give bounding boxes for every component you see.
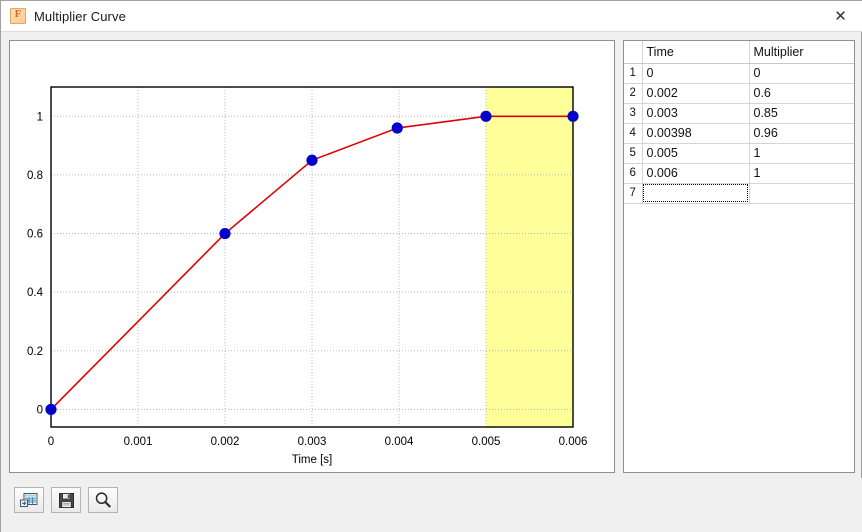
magnifier-icon bbox=[95, 492, 111, 508]
data-point-marker[interactable] bbox=[219, 227, 231, 240]
cell-multiplier[interactable]: 1 bbox=[749, 163, 854, 184]
data-point-marker[interactable] bbox=[45, 403, 57, 416]
chart-panel[interactable]: 0 0.2 0.4 0.6 0.8 1 0 0.001 0.002 0.003 0.004 0.005… bbox=[9, 40, 615, 473]
row-index[interactable]: 7 bbox=[624, 183, 643, 204]
table-row[interactable]: 7 bbox=[624, 183, 854, 204]
cell-time[interactable]: 0.006 bbox=[642, 163, 750, 184]
data-point-marker[interactable] bbox=[391, 122, 403, 134]
cell-multiplier[interactable]: 0.85 bbox=[749, 103, 854, 124]
selection-highlight-region bbox=[486, 87, 573, 427]
floppy-disk-icon bbox=[58, 492, 74, 508]
data-point-marker[interactable] bbox=[480, 110, 492, 122]
y-axis-tick-label: 0.6 bbox=[27, 229, 43, 241]
cell-multiplier[interactable]: 0.6 bbox=[749, 83, 854, 104]
table-row[interactable]: 4 0.00398 0.96 bbox=[624, 123, 854, 144]
data-table-panel[interactable]: Time Multiplier 1 0 0 2 0.002 0.6 3 0.003 0.85 4 0… bbox=[623, 40, 855, 473]
column-header-multiplier[interactable]: Multiplier bbox=[749, 41, 854, 64]
x-axis-tick-label: 0 bbox=[48, 436, 54, 448]
import-table-button[interactable] bbox=[14, 487, 44, 513]
cell-time[interactable]: 0.002 bbox=[642, 83, 750, 104]
y-axis-tick-label: 0.4 bbox=[27, 287, 44, 299]
x-axis-tick-label: 0.001 bbox=[124, 436, 153, 448]
y-axis-tick-label: 0 bbox=[37, 404, 43, 416]
y-axis-tick-label: 0.2 bbox=[27, 346, 43, 358]
cell-time[interactable]: 0.003 bbox=[642, 103, 750, 124]
x-axis-tick-label: 0.006 bbox=[559, 436, 588, 448]
x-axis-tick-label: 0.005 bbox=[472, 436, 501, 448]
table-row[interactable]: 5 0.005 1 bbox=[624, 143, 854, 164]
y-axis-tick-label: 1 bbox=[37, 111, 43, 123]
row-index[interactable]: 4 bbox=[624, 123, 643, 144]
app-icon bbox=[10, 8, 26, 24]
cell-multiplier[interactable]: 1 bbox=[749, 143, 854, 164]
table-row[interactable]: 100 bbox=[624, 63, 854, 84]
cell-time[interactable]: 0.00398 bbox=[642, 123, 750, 144]
row-index[interactable]: 2 bbox=[624, 83, 643, 104]
table-row[interactable]: 2 0.002 0.6 bbox=[624, 83, 854, 104]
data-point-marker[interactable] bbox=[306, 154, 318, 166]
bottom-toolbar: Log(Time) Log Selection Curve Linear ram… bbox=[1, 478, 862, 532]
save-button[interactable] bbox=[51, 487, 81, 513]
title-bar: Multiplier Curve ✕ bbox=[1, 1, 862, 32]
table-row[interactable]: 3 0.003 0.85 bbox=[624, 103, 854, 124]
cell-multiplier[interactable] bbox=[749, 183, 854, 204]
x-axis-tick-label: 0.003 bbox=[298, 436, 327, 448]
close-icon[interactable]: ✕ bbox=[818, 1, 862, 31]
x-axis-tick-label: 0.004 bbox=[385, 436, 414, 448]
table-import-icon bbox=[20, 493, 38, 507]
row-index[interactable]: 5 bbox=[624, 143, 643, 164]
column-header-time[interactable]: Time bbox=[642, 41, 750, 64]
cell-time[interactable]: 0.005 bbox=[642, 143, 750, 164]
row-index[interactable]: 3 bbox=[624, 103, 643, 124]
multiplier-table[interactable]: Time Multiplier 1 0 0 2 0.002 0.6 3 0.003 0.85 4 0… bbox=[624, 41, 854, 204]
x-axis-tick-label: 0.002 bbox=[211, 436, 240, 448]
cell-time[interactable]: 0 bbox=[642, 63, 750, 84]
data-point-marker[interactable] bbox=[567, 110, 579, 122]
row-index[interactable]: 1 bbox=[624, 63, 643, 84]
window-title: Multiplier Curve bbox=[34, 8, 126, 24]
table-row[interactable]: 6 0.006 1 bbox=[624, 163, 854, 184]
column-header-index bbox=[624, 41, 643, 64]
x-axis-label: Time [s] bbox=[292, 454, 332, 466]
table-header-row: Time Multiplier bbox=[624, 41, 854, 64]
row-index[interactable]: 6 bbox=[624, 163, 643, 184]
zoom-button[interactable] bbox=[88, 487, 118, 513]
cell-multiplier[interactable]: 0 bbox=[749, 63, 854, 84]
multiplier-curve-chart[interactable]: 0 0.2 0.4 0.6 0.8 1 0 0.001 0.002 0.003 0.004 0.005… bbox=[10, 41, 614, 472]
multiplier-curve-dialog: Multiplier Curve ✕ 00.20.40.60.8100.0010… bbox=[0, 0, 862, 532]
cell-time[interactable] bbox=[642, 183, 750, 204]
cell-multiplier[interactable]: 0.96 bbox=[749, 123, 854, 144]
y-axis-tick-label: 0.8 bbox=[27, 170, 43, 182]
